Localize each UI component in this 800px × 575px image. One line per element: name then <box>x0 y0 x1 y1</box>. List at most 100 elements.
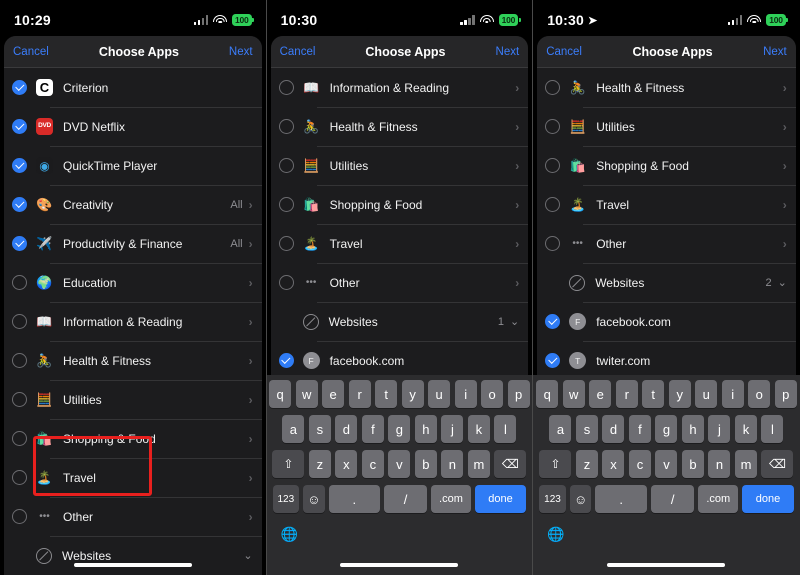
key-u[interactable]: u <box>695 380 718 408</box>
list-item[interactable]: 🧮 Utilities › <box>4 380 262 419</box>
checkbox-unchecked[interactable] <box>12 509 27 524</box>
checkbox-unchecked[interactable] <box>12 275 27 290</box>
period-key[interactable]: . <box>328 485 380 513</box>
list-item[interactable]: ◉ QuickTime Player <box>4 146 262 185</box>
checkbox-checked[interactable] <box>12 236 27 251</box>
slash-key[interactable]: / <box>383 485 428 513</box>
key-h[interactable]: h <box>414 415 437 443</box>
shift-key[interactable]: ⇧ <box>539 450 572 478</box>
list-item[interactable]: ✈️ Productivity & Finance All › <box>4 224 262 263</box>
checkbox-unchecked[interactable] <box>545 80 561 95</box>
list-item[interactable]: 🏝️ Travel › <box>537 185 796 224</box>
websites-row[interactable]: Websites ⌄ <box>4 536 262 575</box>
key-x[interactable]: x <box>602 450 625 478</box>
backspace-key[interactable]: ⌫ <box>494 450 527 478</box>
key-m[interactable]: m <box>467 450 490 478</box>
key-d[interactable]: d <box>602 415 625 443</box>
checkbox-checked[interactable] <box>12 80 27 95</box>
key-w[interactable]: w <box>295 380 318 408</box>
next-button[interactable]: Next <box>763 46 787 58</box>
key-v[interactable]: v <box>655 450 678 478</box>
key-q[interactable]: q <box>269 380 292 408</box>
key-g[interactable]: g <box>388 415 411 443</box>
key-f[interactable]: f <box>361 415 384 443</box>
list-item[interactable]: 🛍️ Shopping & Food › <box>271 185 529 224</box>
checkbox-checked[interactable] <box>278 353 294 368</box>
emoji-key[interactable]: ☺ <box>303 485 325 513</box>
key-i[interactable]: i <box>454 380 477 408</box>
cancel-button[interactable]: Cancel <box>280 46 316 58</box>
key-y[interactable]: y <box>401 380 424 408</box>
period-key[interactable]: . <box>595 485 648 513</box>
key-f[interactable]: f <box>628 415 651 443</box>
checkbox-unchecked[interactable] <box>278 236 294 251</box>
key-e[interactable]: e <box>322 380 345 408</box>
key-u[interactable]: u <box>428 380 451 408</box>
website-item[interactable]: F facebook.com <box>537 302 796 341</box>
key-d[interactable]: d <box>335 415 358 443</box>
key-r[interactable]: r <box>348 380 371 408</box>
list-item[interactable]: 🏝️ Travel › <box>271 224 529 263</box>
key-s[interactable]: s <box>575 415 598 443</box>
shift-key[interactable]: ⇧ <box>272 450 305 478</box>
key-e[interactable]: e <box>589 380 612 408</box>
list-item[interactable]: 🧮 Utilities › <box>537 107 796 146</box>
key-b[interactable]: b <box>681 450 704 478</box>
key-h[interactable]: h <box>681 415 704 443</box>
emoji-key[interactable]: ☺ <box>569 485 592 513</box>
list-item[interactable]: 📖 Information & Reading › <box>271 68 529 107</box>
checkbox-unchecked[interactable] <box>12 392 27 407</box>
list-item[interactable]: 🛍️ Shopping & Food › <box>4 419 262 458</box>
key-c[interactable]: c <box>361 450 384 478</box>
numbers-key[interactable]: 123 <box>539 485 566 513</box>
list-item[interactable]: 🧮 Utilities › <box>271 146 529 185</box>
key-i[interactable]: i <box>721 380 744 408</box>
cancel-button[interactable]: Cancel <box>546 46 582 58</box>
key-o[interactable]: o <box>481 380 504 408</box>
key-l[interactable]: l <box>761 415 784 443</box>
dotcom-key[interactable]: .com <box>698 485 739 513</box>
key-g[interactable]: g <box>655 415 678 443</box>
checkbox-unchecked[interactable] <box>278 158 294 173</box>
checkbox-unchecked[interactable] <box>278 80 294 95</box>
key-t[interactable]: t <box>375 380 398 408</box>
done-key[interactable]: done <box>742 485 794 513</box>
key-p[interactable]: p <box>507 380 530 408</box>
globe-icon[interactable]: 🌐 <box>267 520 533 543</box>
checkbox-unchecked[interactable] <box>278 275 294 290</box>
checkbox-unchecked[interactable] <box>545 197 561 212</box>
list-item[interactable]: ••• Other › <box>537 224 796 263</box>
slash-key[interactable]: / <box>651 485 695 513</box>
checkbox-checked[interactable] <box>12 197 27 212</box>
checkbox-checked[interactable] <box>545 314 561 329</box>
next-button[interactable]: Next <box>229 46 253 58</box>
websites-row[interactable]: Websites 2 ⌄ <box>537 263 796 302</box>
checkbox-unchecked[interactable] <box>278 119 294 134</box>
checkbox-unchecked[interactable] <box>545 119 561 134</box>
key-a[interactable]: a <box>549 415 572 443</box>
key-p[interactable]: p <box>774 380 797 408</box>
checkbox-unchecked[interactable] <box>12 314 27 329</box>
checkbox-unchecked[interactable] <box>545 236 561 251</box>
key-x[interactable]: x <box>335 450 358 478</box>
checkbox-unchecked[interactable] <box>12 431 27 446</box>
chevron-down-icon[interactable]: ⌄ <box>778 276 787 289</box>
list-item[interactable]: 🚴 Health & Fitness › <box>4 341 262 380</box>
key-r[interactable]: r <box>615 380 638 408</box>
done-key[interactable]: done <box>474 485 527 513</box>
list-item[interactable]: 🚴 Health & Fitness › <box>271 107 529 146</box>
key-n[interactable]: n <box>708 450 731 478</box>
key-m[interactable]: m <box>734 450 757 478</box>
numbers-key[interactable]: 123 <box>272 485 300 513</box>
key-w[interactable]: w <box>562 380 585 408</box>
list-item[interactable]: C Criterion <box>4 68 262 107</box>
list-item[interactable]: 📖 Information & Reading › <box>4 302 262 341</box>
key-t[interactable]: t <box>642 380 665 408</box>
key-j[interactable]: j <box>441 415 464 443</box>
list-item[interactable]: ••• Other › <box>4 497 262 536</box>
key-b[interactable]: b <box>414 450 437 478</box>
globe-icon[interactable]: 🌐 <box>533 520 800 543</box>
checkbox-checked[interactable] <box>12 119 27 134</box>
key-v[interactable]: v <box>388 450 411 478</box>
key-q[interactable]: q <box>536 380 559 408</box>
